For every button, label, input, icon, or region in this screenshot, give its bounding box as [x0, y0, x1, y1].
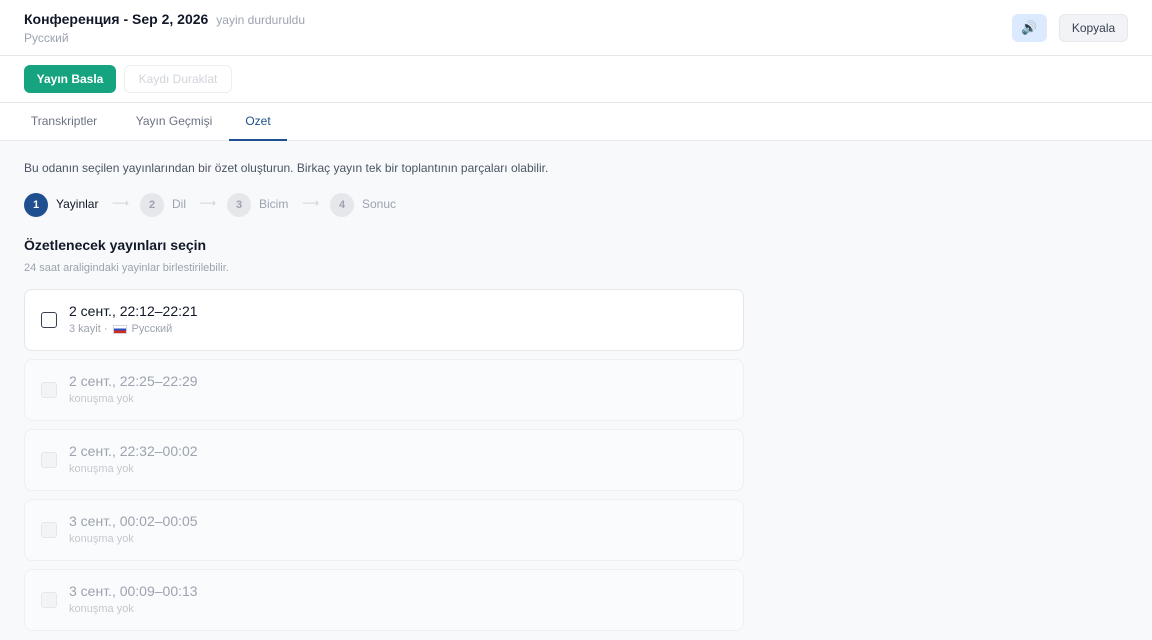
russian-flag-icon [112, 324, 127, 334]
step-arrow-icon: ⟶ [199, 196, 217, 210]
session-time: 3 сент., 00:09–00:13 [69, 583, 198, 599]
copy-button[interactable]: Kopyala [1059, 14, 1128, 42]
tab-transcripts[interactable]: Transkriptler [20, 103, 108, 141]
session-language: Русский [131, 323, 173, 335]
session-checkbox [41, 522, 57, 538]
section-subtitle: 24 saat araligindaki yayinlar birlestiri… [24, 262, 229, 274]
session-meta: konuşma yok [69, 393, 134, 405]
session-record-count: 3 kayit · [69, 323, 108, 335]
speaker-button[interactable]: 🔊 [1012, 14, 1047, 42]
session-no-speech: konuşma yok [69, 463, 134, 475]
step-1-number: 1 [24, 193, 48, 217]
step-arrow-icon: ⟶ [112, 196, 130, 210]
session-checkbox[interactable] [41, 312, 57, 328]
session-checkbox [41, 452, 57, 468]
tab-stream-history[interactable]: Yayın Geçmişi [124, 103, 224, 141]
room-title: Конференция - Sep 2, 2026 [24, 11, 209, 27]
speaker-icon: 🔊 [1021, 20, 1038, 35]
step-3-number: 3 [227, 193, 251, 217]
session-item: 2 сент., 22:25–22:29 konuşma yok [24, 359, 744, 421]
session-item[interactable]: 2 сент., 22:12–22:21 3 kayit · Русский [24, 289, 744, 351]
stream-status: yayin durduruldu [216, 13, 306, 27]
session-meta: konuşma yok [69, 533, 134, 545]
session-checkbox [41, 592, 57, 608]
tab-summary[interactable]: Ozet [229, 103, 287, 141]
tab-bar: Transkriptler Yayın Geçmişi Ozet [0, 103, 1152, 141]
session-checkbox [41, 382, 57, 398]
start-stream-button[interactable]: Yayın Basla [24, 65, 116, 93]
step-1-label: Yayinlar [56, 197, 99, 211]
session-item: 2 сент., 22:32–00:02 konuşma yok [24, 429, 744, 491]
step-2-number: 2 [140, 193, 164, 217]
step-4-number: 4 [330, 193, 354, 217]
stream-toolbar: Yayın Basla Kaydı Duraklat [0, 56, 1152, 103]
step-arrow-icon: ⟶ [302, 196, 320, 210]
session-no-speech: konuşma yok [69, 603, 134, 615]
pause-recording-button: Kaydı Duraklat [124, 65, 232, 93]
session-meta: 3 kayit · Русский [69, 323, 172, 335]
session-time: 2 сент., 22:32–00:02 [69, 443, 198, 459]
step-4-label: Sonuc [362, 197, 397, 211]
room-language: Русский [24, 31, 69, 45]
session-no-speech: konuşma yok [69, 533, 134, 545]
session-time: 2 сент., 22:12–22:21 [69, 303, 198, 319]
summary-intro: Bu odanın seçilen yayınlarından bir özet… [24, 161, 549, 175]
session-item: 3 сент., 00:09–00:13 konuşma yok [24, 569, 744, 631]
title-row: Конференция - Sep 2, 2026 yayin durdurul… [24, 11, 305, 27]
room-header: Конференция - Sep 2, 2026 yayin durdurul… [0, 0, 1152, 56]
session-item: 3 сент., 00:02–00:05 konuşma yok [24, 499, 744, 561]
step-2-label: Dil [172, 197, 186, 211]
session-time: 2 сент., 22:25–22:29 [69, 373, 198, 389]
step-3-label: Bicim [259, 197, 289, 211]
section-title: Özetlenecek yayınları seçin [24, 237, 207, 253]
session-no-speech: konuşma yok [69, 393, 134, 405]
session-meta: konuşma yok [69, 463, 134, 475]
session-meta: konuşma yok [69, 603, 134, 615]
session-time: 3 сент., 00:02–00:05 [69, 513, 198, 529]
